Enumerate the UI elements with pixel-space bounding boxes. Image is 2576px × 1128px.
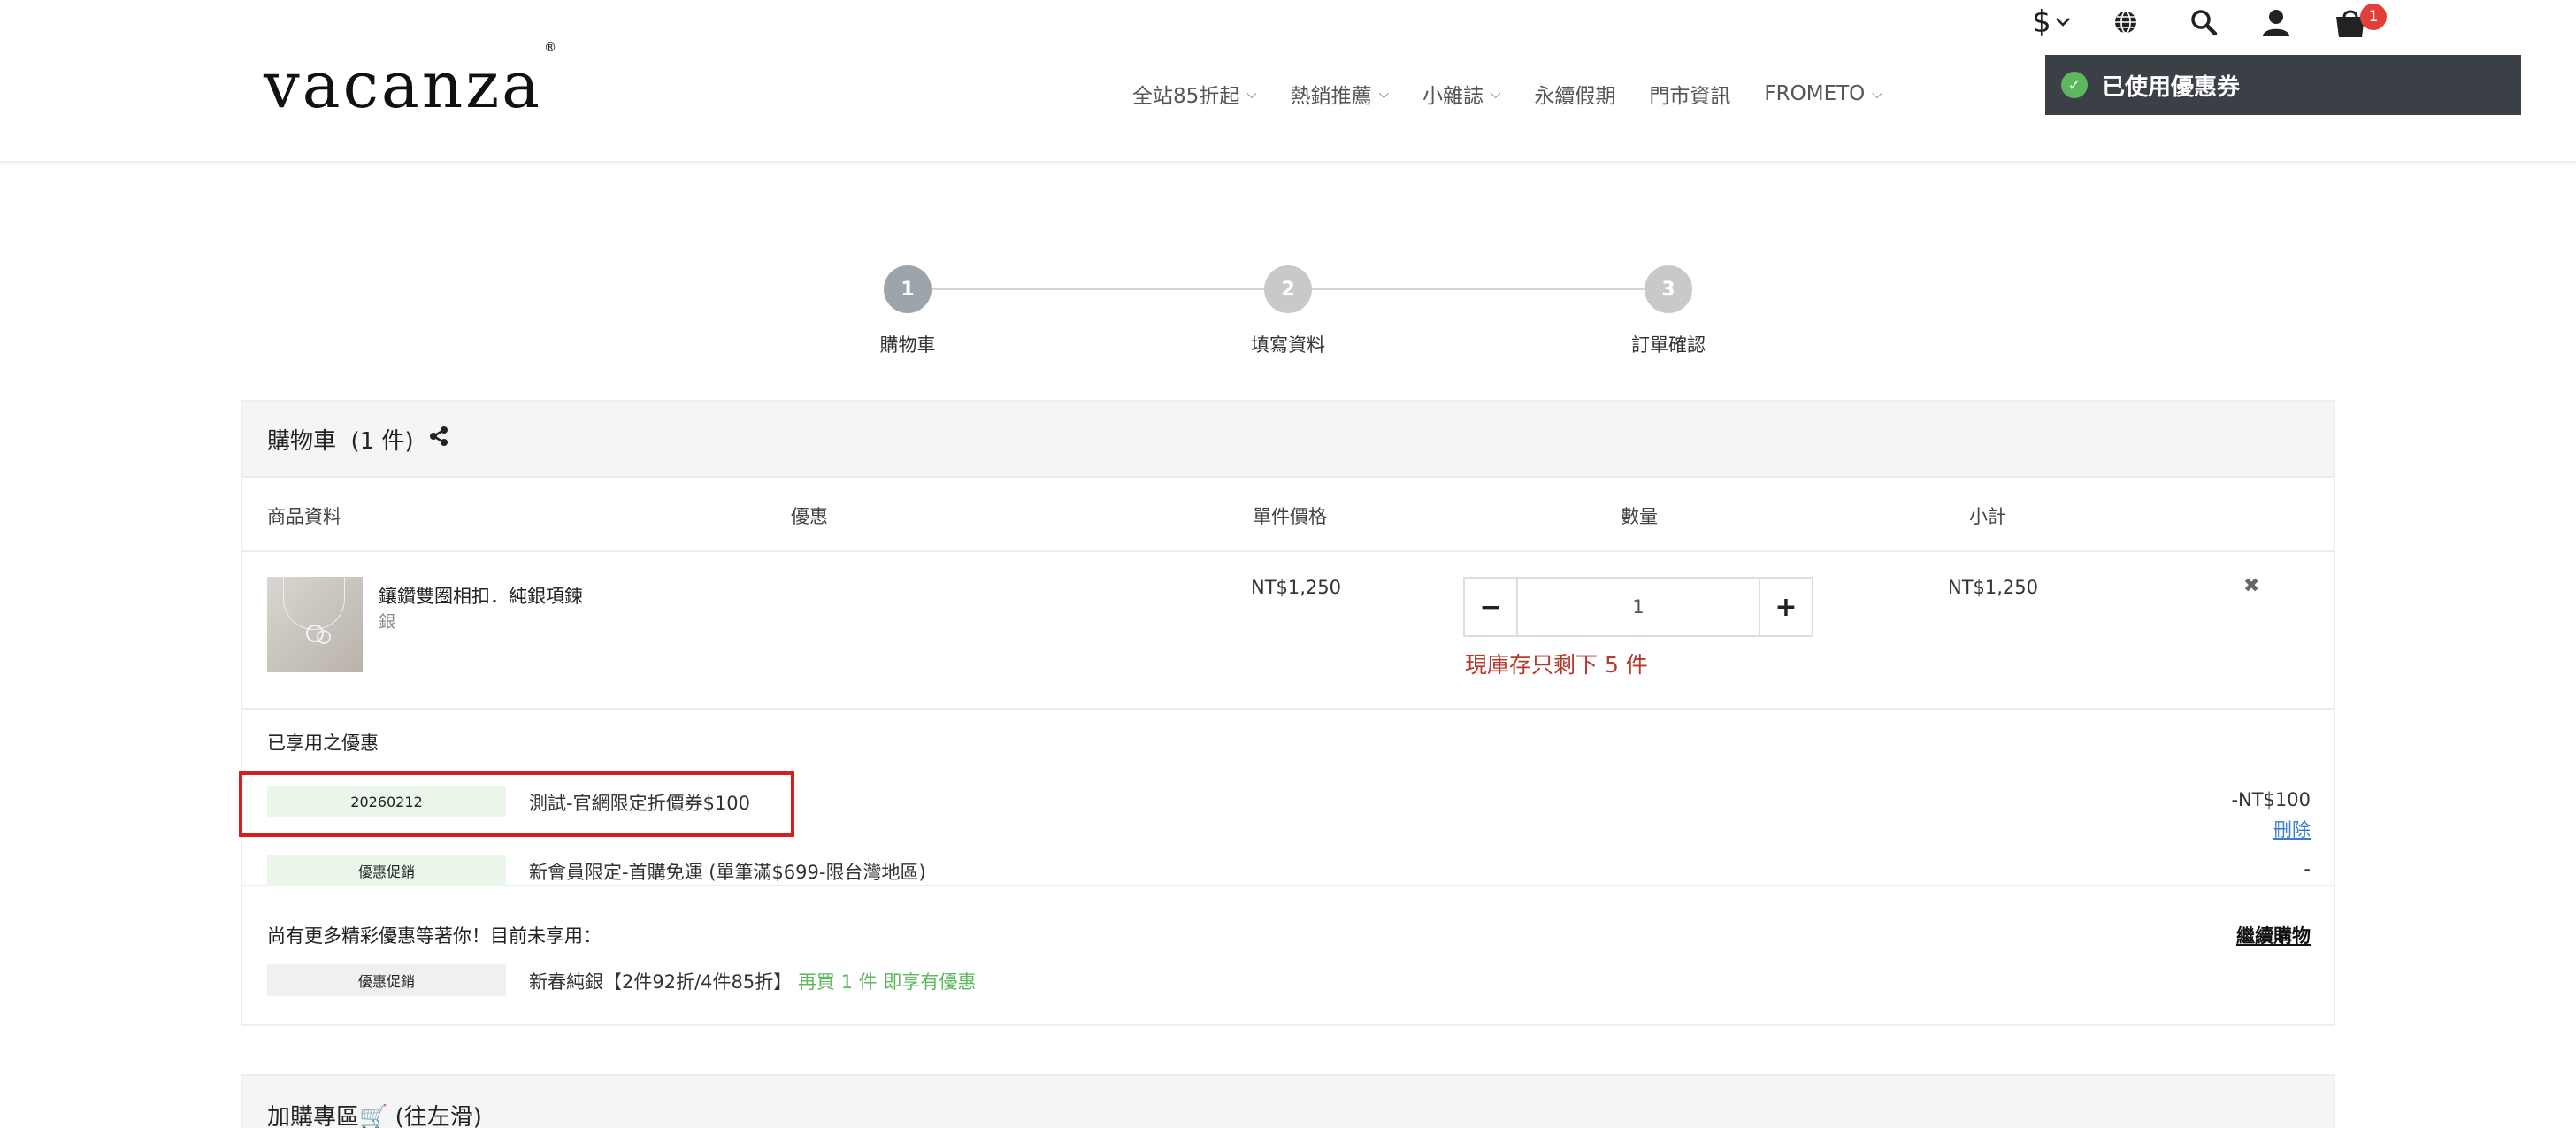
checkout-steps: 1 購物車 2 填寫資料 3 訂單確認 xyxy=(0,257,2576,363)
nav-label: 小雜誌 xyxy=(1422,85,1484,108)
available-promotion-text: 新春純銀【2件92折/4件85折】 再買 1 件 即享有優惠 xyxy=(529,968,976,994)
globe-icon xyxy=(2115,11,2136,34)
step-3-label: 訂單確認 xyxy=(1631,334,1706,356)
step-connector xyxy=(932,288,1264,290)
nav-label: 門市資訊 xyxy=(1649,85,1731,108)
chevron-down-icon: ⌵ xyxy=(1246,86,1257,102)
col-discount: 優惠 xyxy=(791,506,828,527)
nav-item-bestsellers[interactable]: 熱銷推薦 ⌵ xyxy=(1291,79,1389,109)
nav-label: 永續假期 xyxy=(1534,85,1616,108)
product-variant: 銀 xyxy=(379,612,396,632)
coupon-discount-amount: -NT$100 xyxy=(2231,789,2311,810)
search-icon xyxy=(2191,10,2218,36)
chevron-down-icon xyxy=(2055,18,2070,27)
share-icon[interactable] xyxy=(428,426,449,452)
nav-item-sustainable[interactable]: 永續假期 xyxy=(1534,79,1615,109)
account-button[interactable] xyxy=(2256,0,2296,44)
promotion-amount: - xyxy=(2304,858,2311,879)
step-3-circle: 3 xyxy=(1644,265,1692,313)
search-button[interactable] xyxy=(2183,0,2224,44)
currency-selector[interactable]: $ xyxy=(2029,0,2074,44)
chevron-down-icon: ⌵ xyxy=(1872,86,1882,102)
applied-promotions: 已享用之優惠 20260212 測試-官網限定折價券$100 -NT$100 刪… xyxy=(239,710,2334,886)
logo-text: vacanza xyxy=(264,48,543,122)
step-1-circle: 1 xyxy=(884,265,932,313)
nav-item-sale[interactable]: 全站85折起 ⌵ xyxy=(1132,79,1257,109)
continue-shopping-link[interactable]: 繼續購物 xyxy=(2236,922,2311,948)
col-unit-price: 單件價格 xyxy=(1253,506,1327,527)
language-selector[interactable] xyxy=(2105,0,2146,44)
available-promotions-title: 尚有更多精彩優惠等著你！目前未享用： xyxy=(267,925,602,947)
cart-count: (1 件) xyxy=(350,427,414,455)
nav-label: FROMETO xyxy=(1764,82,1866,105)
nav-label: 熱銷推薦 xyxy=(1290,85,1372,108)
main-nav: 全站85折起 ⌵ 熱銷推薦 ⌵ 小雜誌 ⌵ 永續假期 門市資訊 FROMETO ⌵ xyxy=(1132,78,1916,110)
product-name[interactable]: 鑲鑽雙圈相扣．純銀項鍊 xyxy=(379,582,583,609)
coupon-applied-toast: ✓ 已使用優惠券 xyxy=(2045,55,2521,115)
decrease-quantity-button[interactable]: − xyxy=(1465,579,1518,635)
cart-title: 購物車 (1 件) xyxy=(267,427,414,455)
step-2-label: 填寫資料 xyxy=(1251,334,1325,356)
nav-item-frometo[interactable]: FROMETO ⌵ xyxy=(1764,82,1882,105)
currency-icon: $ xyxy=(2032,4,2051,40)
cart-count-badge: 1 xyxy=(2360,4,2387,30)
stock-warning: 現庫存只剩下 5 件 xyxy=(1465,652,1648,678)
available-promotions: 尚有更多精彩優惠等著你！目前未享用： 繼續購物 優惠促銷 新春純銀【2件92折/… xyxy=(242,886,2334,1026)
step-1-label: 購物車 xyxy=(879,334,936,356)
nav-item-magazine[interactable]: 小雜誌 ⌵ xyxy=(1422,79,1500,109)
cart-header: 購物車 (1 件) xyxy=(242,402,2334,478)
toast-message: 已使用優惠券 xyxy=(2102,73,2241,101)
cart-column-headers: 商品資料 優惠 單件價格 數量 小計 xyxy=(242,478,2334,552)
logo-registered-mark: ® xyxy=(544,41,560,55)
promotion-tag: 優惠促銷 xyxy=(267,855,506,886)
coupon-description: 測試-官網限定折價券$100 xyxy=(529,793,751,814)
addon-section-header: 加購專區🛒 (往左滑) xyxy=(241,1074,2335,1128)
remove-coupon-link[interactable]: 刪除 xyxy=(2273,816,2311,842)
nav-label: 全站85折起 xyxy=(1132,85,1240,108)
step-connector xyxy=(1312,288,1644,290)
step-2-circle: 2 xyxy=(1264,265,1312,313)
check-circle-icon: ✓ xyxy=(2061,72,2088,98)
coupon-code-tag: 20260212 xyxy=(267,786,506,817)
applied-promotions-title: 已享用之優惠 xyxy=(267,733,379,754)
product-thumbnail[interactable] xyxy=(267,577,363,672)
promotion-description: 新會員限定-首購免運 (單筆滿$699-限台灣地區) xyxy=(529,862,926,883)
remove-item-icon[interactable]: ✖ xyxy=(2243,575,2259,597)
increase-quantity-button[interactable]: + xyxy=(1759,579,1812,635)
col-subtotal: 小計 xyxy=(1969,506,2006,527)
quantity-input[interactable]: 1 xyxy=(1518,579,1759,635)
col-quantity: 數量 xyxy=(1621,506,1658,527)
chevron-down-icon: ⌵ xyxy=(1491,86,1501,102)
promotion-hint: 再買 1 件 即享有優惠 xyxy=(797,971,977,993)
site-logo[interactable]: vacanza ® xyxy=(264,41,557,122)
nav-item-stores[interactable]: 門市資訊 xyxy=(1649,79,1730,109)
unit-price: NT$1,250 xyxy=(1251,577,1342,598)
user-icon xyxy=(2263,10,2289,36)
chevron-down-icon: ⌵ xyxy=(1378,86,1390,102)
cart-item-row: 鑲鑽雙圈相扣．純銀項鍊 銀 NT$1,250 − 1 + 現庫存只剩下 5 件 … xyxy=(242,552,2334,710)
item-subtotal: NT$1,250 xyxy=(1948,577,2039,598)
col-product: 商品資料 xyxy=(267,506,341,527)
cart-panel: 購物車 (1 件) 商品資料 優惠 單件價格 數量 小計 鑲鑽雙圈相扣．純銀項鍊… xyxy=(239,400,2335,1026)
promotion-name: 新春純銀【2件92折/4件85折】 xyxy=(529,971,793,993)
promotion-tag: 優惠促銷 xyxy=(267,964,506,996)
quantity-stepper: − 1 + xyxy=(1463,577,1813,637)
